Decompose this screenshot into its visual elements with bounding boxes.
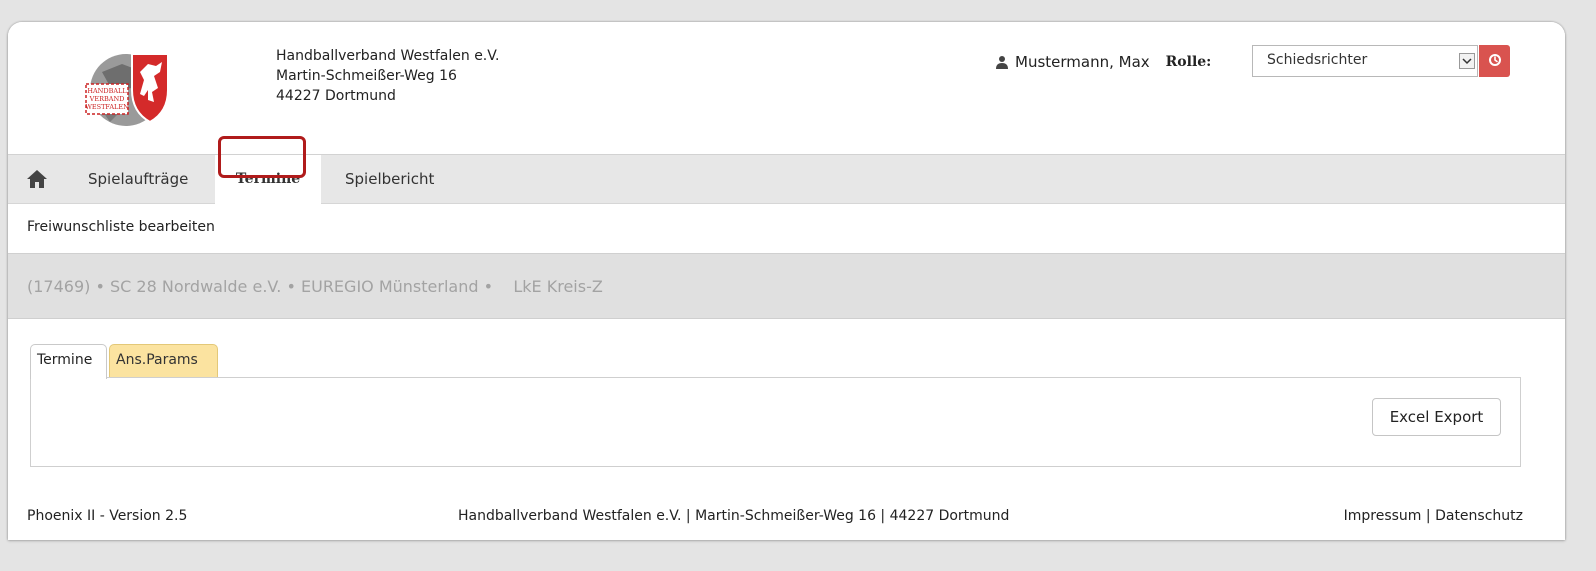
nav-item-spielauftraege[interactable]: Spielaufträge xyxy=(88,155,188,204)
logo-text-1: HANDBALL xyxy=(87,87,127,95)
tab-ans-params[interactable]: Ans.Params xyxy=(109,344,218,377)
chevron-down-icon[interactable] xyxy=(1459,53,1475,69)
app-window: HANDBALL VERBAND WESTFALEN Handballverba… xyxy=(8,22,1565,540)
org-street: Martin-Schmeißer-Weg 16 xyxy=(276,68,457,84)
sub-nav: Freiwunschliste bearbeiten xyxy=(8,204,1565,253)
excel-export-button[interactable]: Excel Export xyxy=(1372,398,1501,436)
user-info: Mustermann, Max Rolle: xyxy=(995,52,1211,72)
user-name[interactable]: Mustermann, Max xyxy=(1015,53,1150,71)
nav-item-spielbericht[interactable]: Spielbericht xyxy=(345,155,434,204)
logout-button[interactable] xyxy=(1479,45,1510,77)
datenschutz-link[interactable]: Datenschutz xyxy=(1435,508,1523,524)
header: HANDBALL VERBAND WESTFALEN Handballverba… xyxy=(8,22,1565,154)
footer-separator: | xyxy=(1425,508,1431,524)
org-city: 44227 Dortmund xyxy=(276,88,396,104)
role-select[interactable]: Schiedsrichter xyxy=(1252,45,1478,77)
org-address: Handballverband Westfalen e.V. Martin-Sc… xyxy=(276,46,499,106)
hvw-logo[interactable]: HANDBALL VERBAND WESTFALEN xyxy=(82,48,178,128)
role-select-value: Schiedsrichter xyxy=(1267,52,1368,68)
tab-panel: Excel Export xyxy=(30,377,1521,467)
footer: Phoenix II - Version 2.5 Handballverband… xyxy=(8,496,1565,540)
user-icon xyxy=(995,55,1009,69)
footer-address: Handballverband Westfalen e.V. | Martin-… xyxy=(458,508,1010,524)
org-name: Handballverband Westfalen e.V. xyxy=(276,48,500,64)
tab-termine[interactable]: Termine xyxy=(30,344,107,379)
club-info-text: (17469) • SC 28 Nordwalde e.V. • EUREGIO… xyxy=(27,277,603,296)
role-label: Rolle: xyxy=(1165,54,1212,70)
footer-links: Impressum | Datenschutz xyxy=(1344,508,1523,524)
active-tab-highlight xyxy=(218,136,306,178)
subnav-link-freiwunschliste[interactable]: Freiwunschliste bearbeiten xyxy=(27,219,215,235)
footer-version: Phoenix II - Version 2.5 xyxy=(27,508,188,524)
home-icon[interactable] xyxy=(26,169,48,189)
impressum-link[interactable]: Impressum xyxy=(1344,508,1422,524)
power-icon xyxy=(1488,52,1502,71)
logo-text-3: WESTFALEN xyxy=(85,103,129,111)
logo-text-2: VERBAND xyxy=(89,95,125,103)
club-info-bar: (17469) • SC 28 Nordwalde e.V. • EUREGIO… xyxy=(8,253,1565,319)
